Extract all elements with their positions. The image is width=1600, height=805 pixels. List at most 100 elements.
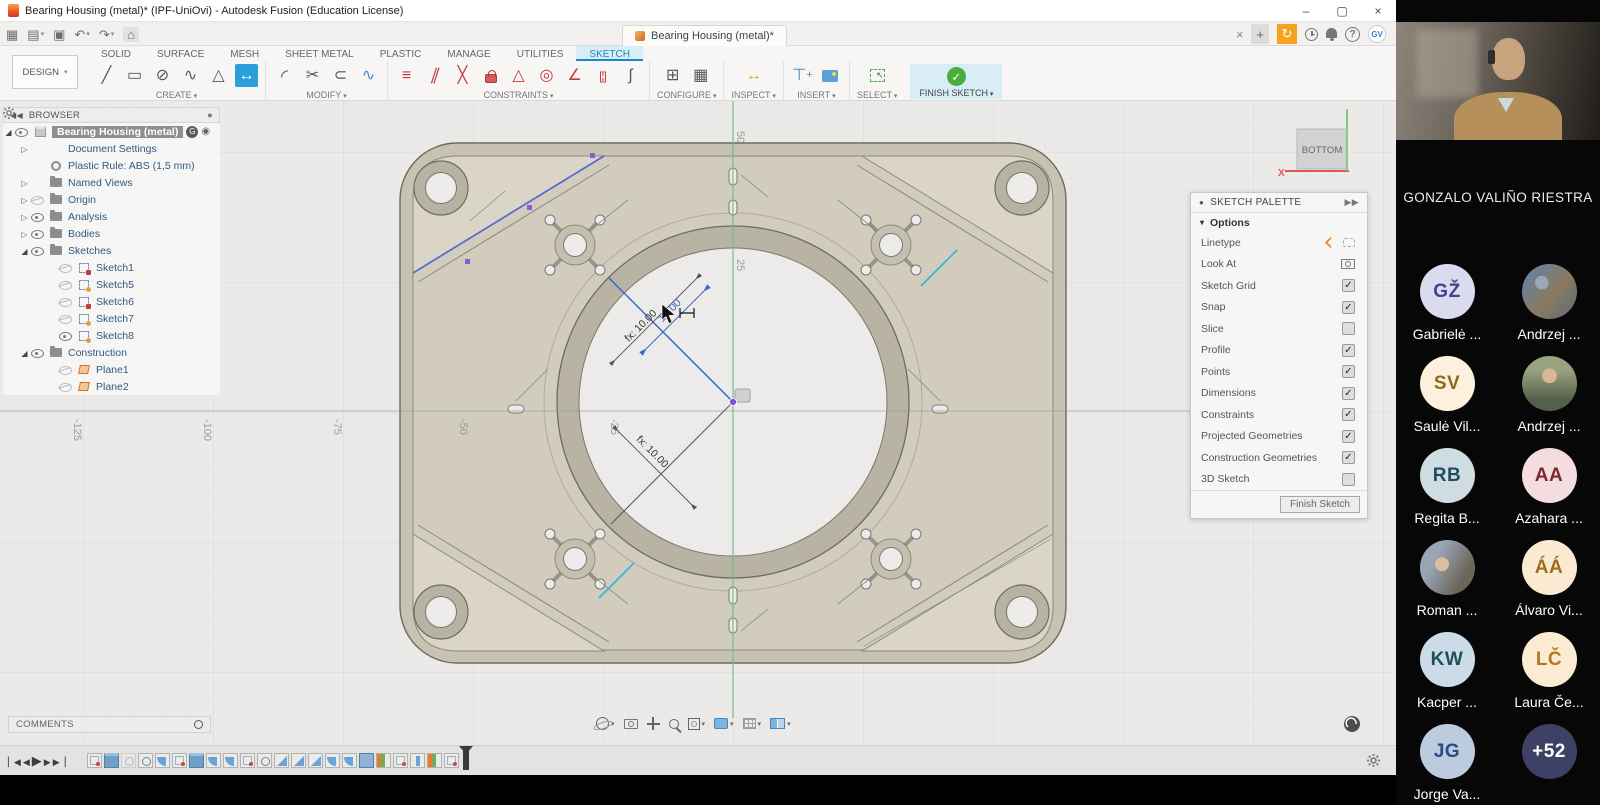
- finish-sketch-palette-button[interactable]: Finish Sketch: [1280, 496, 1360, 513]
- palette-option-control[interactable]: [1342, 344, 1355, 357]
- panel-options-icon[interactable]: ●: [207, 110, 213, 120]
- constraint-icon[interactable]: △: [507, 64, 530, 87]
- visibility-eye-icon[interactable]: [58, 278, 73, 291]
- timeline-feature-icon[interactable]: [359, 753, 374, 768]
- dock-panel-icon[interactable]: ▶▶: [1345, 197, 1359, 208]
- webcam-video[interactable]: [1396, 22, 1600, 140]
- browser-tree-item[interactable]: Bodies: [3, 225, 220, 242]
- participant-avatar[interactable]: AA: [1522, 448, 1577, 503]
- participant-avatar[interactable]: RB: [1420, 448, 1475, 503]
- nav-tool-icon[interactable]: [669, 719, 679, 729]
- nav-tool-icon[interactable]: [624, 719, 638, 729]
- constraint-icon[interactable]: [479, 64, 502, 87]
- ribbon-tab[interactable]: UTILITIES: [504, 46, 577, 61]
- playback-control-icon[interactable]: ▏◀: [8, 752, 20, 770]
- constraints-group-label[interactable]: CONSTRAINTS: [484, 90, 554, 100]
- browser-tree-item[interactable]: Document Settings: [3, 140, 220, 157]
- visibility-eye-icon[interactable]: [58, 295, 73, 308]
- participant-tile[interactable]: RB Regita B...: [1396, 440, 1498, 532]
- visibility-eye-icon[interactable]: [30, 244, 45, 257]
- timeline-feature-icon[interactable]: [257, 753, 272, 768]
- visibility-eye-icon[interactable]: [30, 210, 45, 223]
- job-status-icon[interactable]: ↻: [1277, 24, 1297, 44]
- participant-avatar[interactable]: KW: [1420, 632, 1475, 687]
- clock-icon[interactable]: [1305, 28, 1318, 41]
- palette-option-control[interactable]: [1342, 387, 1355, 400]
- participant-tile[interactable]: LČ Laura Če...: [1498, 624, 1600, 716]
- constraint-icon[interactable]: ◎: [535, 64, 558, 87]
- timeline-feature-icon[interactable]: [308, 753, 323, 768]
- visibility-eye-icon[interactable]: [30, 142, 45, 155]
- expander-icon[interactable]: [19, 211, 30, 223]
- palette-option-control[interactable]: [1342, 365, 1355, 378]
- browser-tree-item[interactable]: Sketch7: [3, 310, 220, 327]
- expander-icon[interactable]: [19, 177, 30, 189]
- nav-tool-icon[interactable]: [688, 718, 706, 730]
- timeline-feature-icon[interactable]: [87, 753, 102, 768]
- expander-icon[interactable]: [19, 143, 30, 155]
- ribbon-tool-icon[interactable]: ⊞: [661, 64, 684, 87]
- timeline-feature-icon[interactable]: [325, 753, 340, 768]
- ribbon-tab[interactable]: SHEET METAL: [272, 46, 367, 61]
- qat-icon[interactable]: ▦: [6, 28, 18, 41]
- visibility-eye-icon[interactable]: [30, 159, 45, 172]
- timeline-feature-icon[interactable]: [206, 753, 221, 768]
- ribbon-tool-icon[interactable]: ∿: [357, 64, 380, 87]
- participant-tile[interactable]: AA Azahara ...: [1498, 440, 1600, 532]
- participant-avatar[interactable]: +52: [1522, 724, 1577, 779]
- inspect-group-label[interactable]: INSPECT: [731, 90, 775, 100]
- palette-option-control[interactable]: [1326, 238, 1355, 247]
- close-icon[interactable]: ×: [1360, 0, 1396, 21]
- browser-tree-item[interactable]: Sketch1: [3, 259, 220, 276]
- palette-option-control[interactable]: [1342, 430, 1355, 443]
- model-canvas[interactable]: -125 -100 -75 -50 -25 50 25: [0, 101, 1396, 745]
- ribbon-tab[interactable]: PLASTIC: [367, 46, 435, 61]
- playback-control-icon[interactable]: ◀: [23, 752, 29, 770]
- qat-icon[interactable]: ▤: [27, 28, 44, 41]
- ribbon-tool-icon[interactable]: ↔: [235, 64, 258, 87]
- comments-bar[interactable]: COMMENTS: [8, 716, 211, 733]
- ribbon-tool-icon[interactable]: ◜: [273, 64, 296, 87]
- participant-tile[interactable]: Andrzej ...: [1498, 256, 1600, 348]
- constraint-icon[interactable]: [¦]: [591, 64, 614, 87]
- design-workspace-selector[interactable]: DESIGN: [12, 55, 78, 89]
- participant-avatar[interactable]: [1420, 540, 1475, 595]
- nav-tool-icon[interactable]: [596, 717, 615, 730]
- visibility-eye-icon[interactable]: [58, 329, 73, 342]
- participant-tile[interactable]: +52: [1498, 716, 1600, 805]
- constraint-icon[interactable]: ╳: [451, 64, 474, 87]
- minimize-icon[interactable]: –: [1288, 0, 1324, 21]
- participant-tile[interactable]: GŽ Gabrielė ...: [1396, 256, 1498, 348]
- browser-tree-item[interactable]: Origin: [3, 191, 220, 208]
- participant-tile[interactable]: KW Kacper ...: [1396, 624, 1498, 716]
- finish-sketch-button[interactable]: ✓ FINISH SKETCH: [910, 64, 1002, 99]
- nav-tool-icon[interactable]: [770, 718, 791, 729]
- nav-tool-icon[interactable]: [647, 717, 660, 730]
- visibility-eye-icon[interactable]: [30, 176, 45, 189]
- participant-avatar[interactable]: GŽ: [1420, 264, 1475, 319]
- visibility-eye-icon[interactable]: [30, 346, 45, 359]
- ribbon-tool-icon[interactable]: ✂: [301, 64, 324, 87]
- timeline-feature-icon[interactable]: [410, 753, 425, 768]
- configure-group-label[interactable]: CONFIGURE: [657, 90, 716, 100]
- browser-tree-item[interactable]: Named Views: [3, 174, 220, 191]
- timeline-feature-icon[interactable]: [342, 753, 357, 768]
- notifications-bell-icon[interactable]: [1326, 30, 1337, 38]
- expander-icon[interactable]: [19, 347, 30, 359]
- ribbon-tab[interactable]: SKETCH: [576, 46, 643, 61]
- ribbon-tool-icon[interactable]: ⊘: [151, 64, 174, 87]
- help-icon[interactable]: ?: [1345, 27, 1360, 42]
- playback-control-icon[interactable]: ▶▕: [53, 752, 65, 770]
- participant-avatar[interactable]: [1522, 356, 1577, 411]
- timeline-feature-icon[interactable]: [291, 753, 306, 768]
- playback-control-icon[interactable]: ▶: [32, 752, 41, 770]
- participant-tile[interactable]: Roman ...: [1396, 532, 1498, 624]
- user-avatar[interactable]: GV: [1368, 25, 1386, 43]
- ribbon-tool-icon[interactable]: ╱: [95, 64, 118, 87]
- timeline-feature-icon[interactable]: [223, 753, 238, 768]
- expander-icon[interactable]: [19, 228, 30, 240]
- constraint-icon[interactable]: ≡: [395, 64, 418, 87]
- palette-option-control[interactable]: [1342, 301, 1355, 314]
- playback-control-icon[interactable]: ▶: [44, 752, 50, 770]
- visibility-eye-icon[interactable]: [58, 312, 73, 325]
